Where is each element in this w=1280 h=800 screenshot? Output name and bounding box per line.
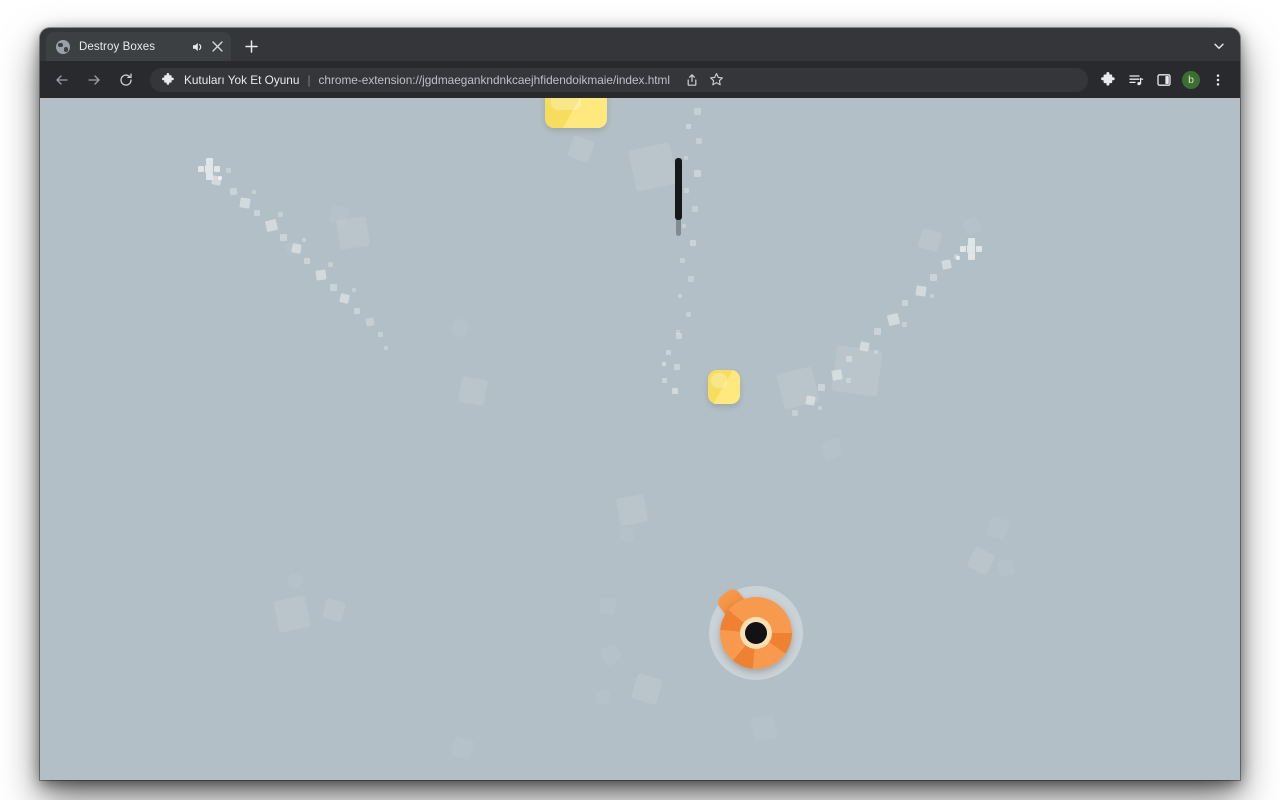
arrow-forward-icon[interactable]: [81, 67, 107, 93]
background-debris: [336, 216, 370, 250]
box-gloss: [551, 98, 581, 110]
background-debris: [457, 375, 489, 407]
extension-name: Kutuları Yok Et Oyunu: [184, 72, 300, 87]
background-debris: [966, 546, 996, 576]
background-debris: [628, 142, 678, 192]
new-tab-button[interactable]: [237, 32, 265, 60]
puzzle-piece-icon: [161, 72, 175, 87]
browser-window: Destroy Boxes Kutuları Yok Et Oyunu | ch…: [40, 28, 1240, 780]
share-icon[interactable]: [682, 70, 702, 90]
box-gloss: [711, 372, 727, 389]
page-root: Destroy Boxes Kutuları Yok Et Oyunu | ch…: [0, 0, 1280, 800]
browser-toolbar: Kutuları Yok Et Oyunu | chrome-extension…: [40, 61, 1240, 98]
player-wheel: [720, 597, 792, 669]
star-icon[interactable]: [706, 70, 726, 90]
reading-list-icon[interactable]: [1124, 68, 1148, 92]
omnibox-actions: [678, 70, 726, 90]
background-debris: [566, 134, 596, 164]
side-panel-icon[interactable]: [1152, 68, 1176, 92]
url-text: chrome-extension://jgdmaegankndnkcaejhfi…: [318, 72, 671, 87]
background-debris: [321, 597, 347, 623]
background-debris: [595, 689, 611, 705]
arrow-back-icon[interactable]: [49, 67, 75, 93]
extensions-icon[interactable]: [1096, 68, 1120, 92]
background-debris: [630, 672, 664, 706]
background-debris: [599, 643, 623, 667]
background-debris: [449, 317, 471, 339]
tab-destroy-boxes[interactable]: Destroy Boxes: [46, 32, 231, 61]
target-box-top[interactable]: [545, 98, 607, 128]
game-viewport[interactable]: [40, 98, 1240, 780]
background-debris: [615, 493, 649, 527]
address-bar[interactable]: Kutuları Yok Et Oyunu | chrome-extension…: [150, 67, 1088, 92]
background-debris: [749, 713, 779, 743]
tab-strip: Destroy Boxes: [40, 28, 1240, 61]
background-debris: [449, 735, 475, 761]
three-dot-menu-icon[interactable]: [1206, 68, 1230, 92]
tab-title: Destroy Boxes: [79, 40, 156, 53]
background-debris: [598, 596, 618, 616]
background-debris: [917, 227, 943, 253]
background-debris: [273, 595, 311, 633]
background-debris: [820, 437, 844, 461]
reload-icon[interactable]: [113, 67, 139, 93]
chevron-down-icon[interactable]: [1208, 35, 1230, 57]
background-debris: [996, 558, 1016, 578]
background-debris: [985, 515, 1011, 541]
player-cannon[interactable]: [709, 586, 803, 680]
bullet: [675, 158, 682, 220]
target-box-center[interactable]: [708, 370, 740, 404]
background-debris: [961, 215, 983, 237]
player-core: [745, 622, 767, 644]
globe-icon: [56, 39, 70, 54]
speaker-playing-icon[interactable]: [189, 39, 205, 55]
profile-avatar[interactable]: b: [1182, 70, 1200, 89]
omnibox-separator: |: [307, 72, 311, 87]
background-debris: [285, 571, 305, 591]
close-icon[interactable]: [209, 39, 225, 55]
background-debris: [618, 526, 636, 544]
